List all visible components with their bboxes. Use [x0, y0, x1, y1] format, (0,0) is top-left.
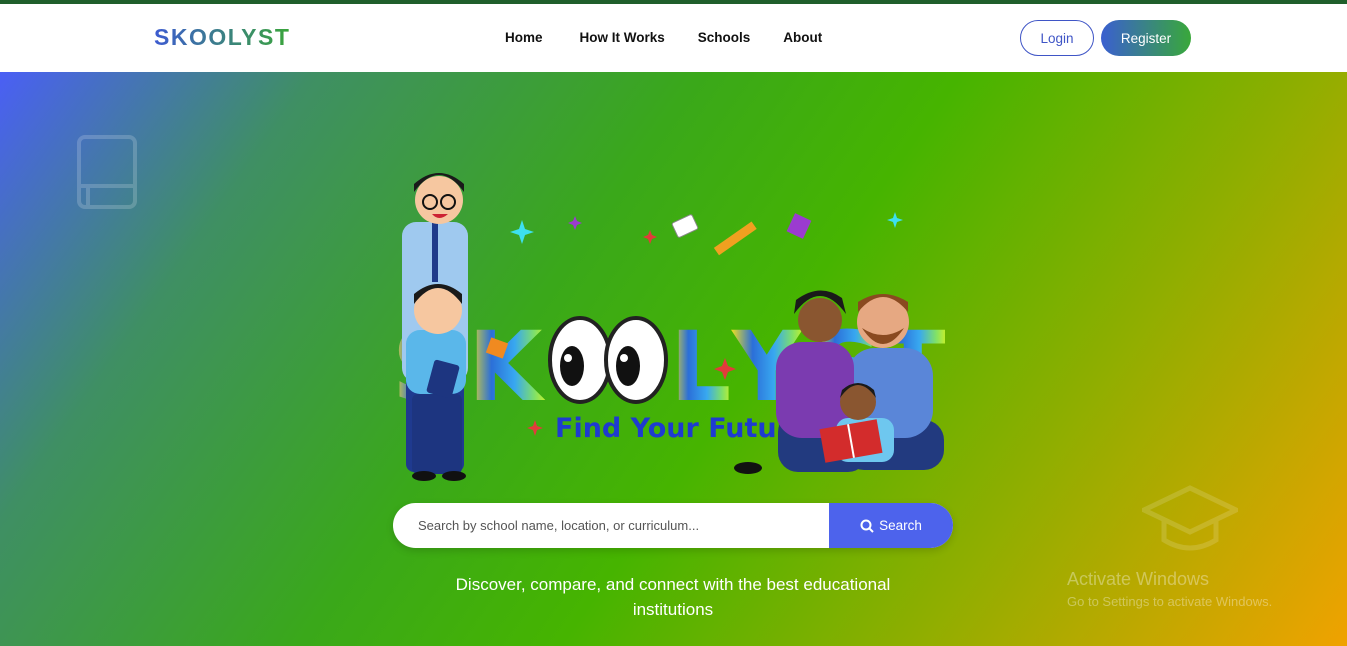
brand-logo[interactable]: SKOOLYST — [154, 24, 290, 51]
watermark-subtitle: Go to Settings to activate Windows. — [1067, 594, 1273, 609]
illustration-slogan: Find Your Futur — [555, 413, 791, 444]
register-button[interactable]: Register — [1101, 20, 1191, 56]
book-icon — [77, 135, 137, 209]
graduation-cap-icon — [1142, 485, 1238, 551]
hero-illustration: S K L Y S T Find Your Futur — [392, 173, 945, 481]
search-bar: Search — [393, 503, 953, 548]
search-button[interactable]: Search — [829, 503, 953, 548]
search-input[interactable] — [393, 503, 829, 548]
nav-how-it-works-link[interactable]: How It Works — [580, 30, 665, 45]
hero-section: S K L Y S T Find Your Futur — [0, 72, 1347, 646]
svg-text:K: K — [468, 311, 546, 423]
windows-activation-watermark: Activate Windows Go to Settings to activ… — [1067, 569, 1272, 609]
nav-about-link[interactable]: About — [783, 30, 822, 45]
search-button-label: Search — [879, 518, 922, 533]
nav-schools-link[interactable]: Schools — [698, 30, 751, 45]
watermark-title: Activate Windows — [1067, 569, 1210, 589]
search-icon — [860, 519, 874, 533]
login-button[interactable]: Login — [1020, 20, 1094, 56]
site-header: SKOOLYST Home How It Works Schools About… — [0, 4, 1347, 72]
svg-text:L: L — [670, 311, 731, 423]
main-nav: Home How It Works Schools About — [505, 30, 822, 45]
nav-home-link[interactable]: Home — [505, 30, 543, 45]
hero-tagline: Discover, compare, and connect with the … — [455, 575, 891, 619]
